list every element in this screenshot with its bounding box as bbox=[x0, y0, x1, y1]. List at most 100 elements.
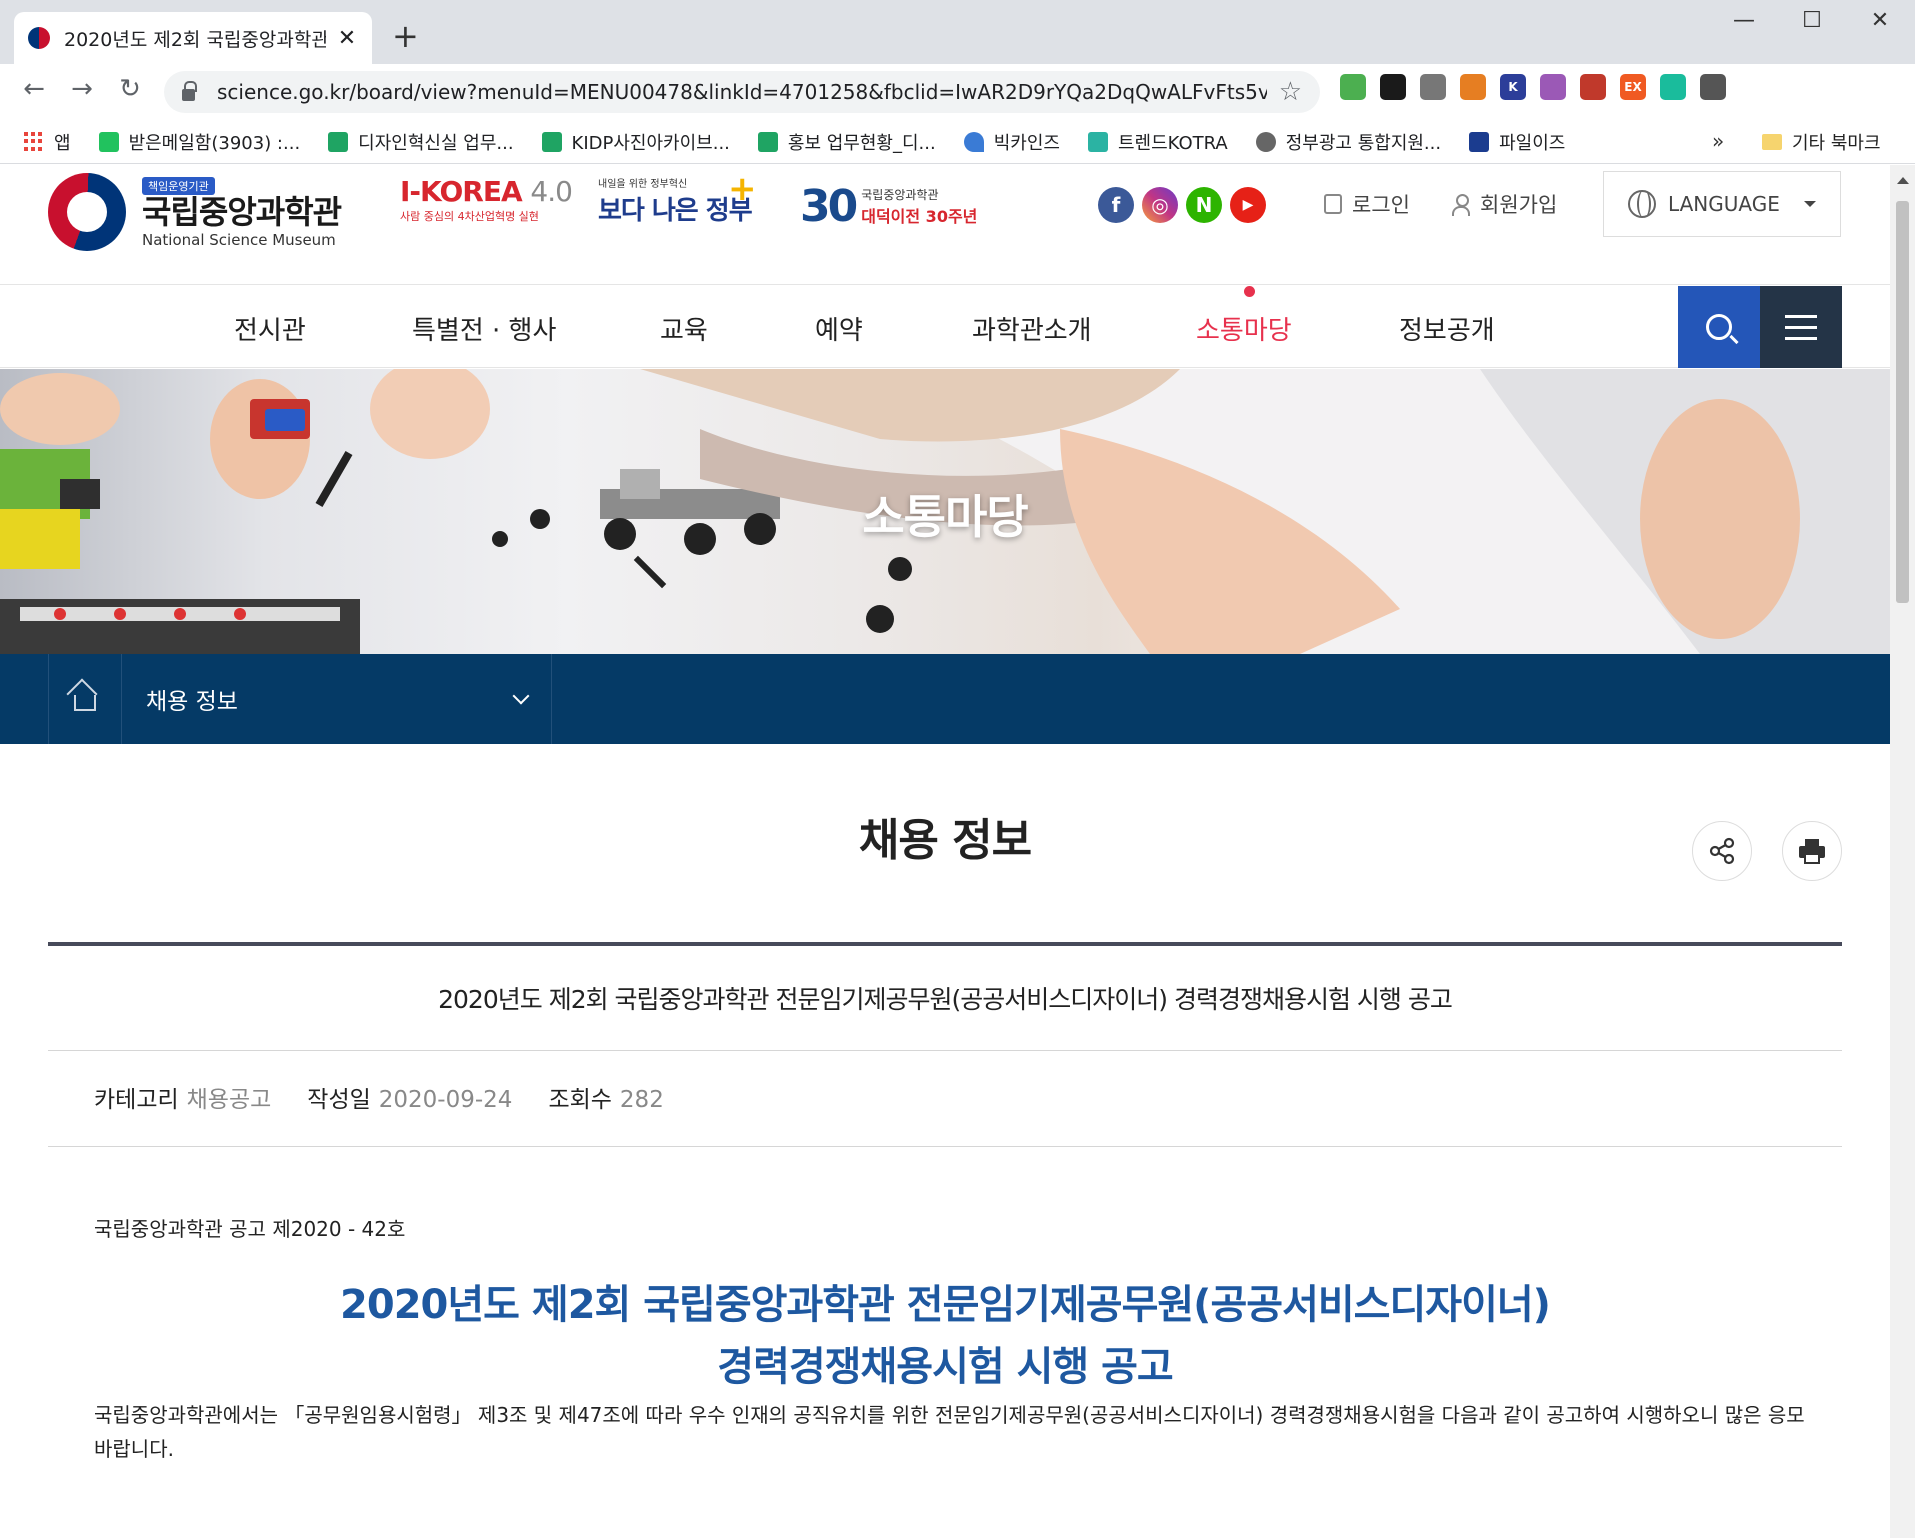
sheets-icon bbox=[541, 131, 562, 152]
divider bbox=[48, 1050, 1842, 1051]
document-title: 2020년도 제2회 국립중앙과학관 전문임기제공무원(공공서비스디자이너) 경… bbox=[340, 1282, 1551, 1390]
nav-reservation[interactable]: 예약 bbox=[815, 310, 863, 347]
extension-icon[interactable] bbox=[1700, 74, 1726, 100]
minimize-icon[interactable]: — bbox=[1724, 8, 1764, 33]
print-button[interactable] bbox=[1782, 821, 1842, 881]
bookmark-trend-kotra[interactable]: 트렌드KOTRA bbox=[1087, 129, 1228, 155]
promo-ikorea-banner[interactable]: I-KOREA 4.0 사람 중심의 4차산업혁명 실현 bbox=[400, 175, 573, 224]
globe-icon bbox=[1628, 190, 1656, 218]
lock-icon bbox=[182, 81, 197, 101]
bookmarks-overflow-icon[interactable]: » bbox=[1712, 129, 1724, 153]
current-submenu: 채용 정보 bbox=[146, 689, 238, 715]
active-indicator-dot bbox=[1244, 286, 1255, 297]
globe-icon bbox=[1255, 131, 1276, 152]
window-close-icon[interactable]: ✕ bbox=[1860, 8, 1900, 33]
sheets-icon bbox=[328, 131, 349, 152]
nav-special-events[interactable]: 특별전 · 행사 bbox=[412, 310, 556, 347]
bookmark-bigkinds[interactable]: 빅카인즈 bbox=[963, 129, 1060, 155]
extension-icons: K EX bbox=[1340, 74, 1726, 100]
extension-icon[interactable] bbox=[1420, 74, 1446, 100]
facebook-icon[interactable]: f bbox=[1098, 187, 1134, 223]
all-menu-button[interactable] bbox=[1760, 286, 1842, 368]
login-link[interactable]: 로그인 bbox=[1324, 189, 1410, 219]
reload-icon[interactable]: ↻ bbox=[112, 74, 148, 104]
bookmark-gov-ad[interactable]: 정부광고 통합지원... bbox=[1255, 129, 1441, 155]
search-button[interactable] bbox=[1678, 286, 1760, 368]
bookmark-star-icon[interactable]: ☆ bbox=[1279, 77, 1302, 107]
print-icon bbox=[1799, 839, 1825, 864]
anniversary-text: 대덕이전 30주년 bbox=[861, 207, 978, 226]
extension-icon[interactable] bbox=[1540, 74, 1566, 100]
anniversary-org: 국립중앙과학관 bbox=[861, 188, 939, 202]
board-top-border bbox=[48, 942, 1842, 946]
extension-icon[interactable] bbox=[1340, 74, 1366, 100]
web-page: 책임운영기관 국립중앙과학관 National Science Museum I… bbox=[0, 165, 1890, 1538]
youtube-icon[interactable]: ▶ bbox=[1230, 187, 1266, 223]
scroll-thumb[interactable] bbox=[1896, 201, 1909, 603]
url-text[interactable]: science.go.kr/board/view?menuId=MENU0047… bbox=[217, 80, 1267, 104]
ikorea-number: 4.0 bbox=[530, 175, 573, 208]
bookmark-apps[interactable]: 앱 bbox=[24, 129, 71, 155]
meta-views: 조회수 282 bbox=[548, 1087, 664, 1113]
bookmarks-bar: 앱 받은메일함(3903) :... 디자인혁신실 업무... KIDP사진아카… bbox=[0, 120, 1915, 164]
extension-icon[interactable] bbox=[1660, 74, 1686, 100]
page-title: 채용 정보 bbox=[858, 815, 1032, 866]
extension-icon[interactable] bbox=[1460, 74, 1486, 100]
nav-about[interactable]: 과학관소개 bbox=[972, 310, 1092, 347]
browser-tab[interactable]: 2020년도 제2회 국립중앙과학관 전문임기제공무원(공공서비스디자이너) 경… bbox=[14, 12, 372, 64]
bookmark-pr-status[interactable]: 홍보 업무현황_디... bbox=[757, 129, 936, 155]
bookmark-mail[interactable]: 받은메일함(3903) :... bbox=[98, 129, 300, 155]
main-navigation: 전시관 특별전 · 행사 교육 예약 과학관소개 소통마당 정보공개 bbox=[0, 286, 1890, 368]
promo-gov-innovation-banner[interactable]: 내일을 위한 정부혁신 보다 나은 정부 + bbox=[598, 169, 757, 227]
ikorea-subtitle: 사람 중심의 4차산업혁명 실현 bbox=[400, 210, 539, 223]
bookmark-kidp-archive[interactable]: KIDP사진아카이브... bbox=[541, 129, 730, 155]
home-button[interactable] bbox=[48, 654, 122, 744]
notice-number: 국립중앙과학관 공고 제2020 - 42호 bbox=[94, 1217, 406, 1241]
document-body: 국립중앙과학관에서는 「공무원임용시험령」 제3조 및 제47조에 따라 우수 … bbox=[94, 1403, 1805, 1461]
tab-close-icon[interactable]: ✕ bbox=[336, 26, 358, 51]
logo-english-name: National Science Museum bbox=[142, 230, 336, 249]
scroll-up-arrow-icon[interactable] bbox=[1897, 177, 1909, 184]
forward-arrow-icon[interactable]: → bbox=[64, 74, 100, 104]
promo-30th-anniversary-banner[interactable]: 30 국립중앙과학관 대덕이전 30주년 bbox=[800, 181, 977, 232]
nav-info-disclosure[interactable]: 정보공개 bbox=[1399, 310, 1495, 347]
bookmark-design-work[interactable]: 디자인혁신실 업무... bbox=[328, 129, 514, 155]
divider bbox=[48, 1146, 1842, 1147]
bookmark-fileis[interactable]: 파일이즈 bbox=[1469, 129, 1565, 155]
apps-grid-icon bbox=[24, 131, 44, 152]
submenu-select[interactable]: 채용 정보 bbox=[122, 654, 552, 744]
other-bookmarks[interactable]: 기타 북마크 bbox=[1762, 129, 1881, 155]
maximize-icon[interactable]: ☐ bbox=[1792, 8, 1832, 33]
mail-icon bbox=[98, 131, 119, 152]
browser-toolbar: ← → ↻ science.go.kr/board/view?menuId=ME… bbox=[0, 64, 1915, 120]
nav-education[interactable]: 교육 bbox=[660, 310, 708, 347]
logo-korean-name: 국립중앙과학관 bbox=[142, 193, 342, 232]
new-tab-icon[interactable]: + bbox=[392, 20, 419, 52]
home-icon bbox=[74, 695, 96, 711]
site-favicon-icon bbox=[28, 27, 50, 49]
signup-link[interactable]: 회원가입 bbox=[1452, 189, 1557, 219]
page-scrollbar[interactable] bbox=[1890, 165, 1915, 1538]
tab-title: 2020년도 제2회 국립중앙과학관 전문임기제공무원(공공서비스디자이너) 경… bbox=[64, 28, 326, 51]
back-arrow-icon[interactable]: ← bbox=[16, 74, 52, 104]
share-button[interactable] bbox=[1692, 821, 1752, 881]
hero-banner: 소통마당 bbox=[0, 369, 1890, 654]
address-bar[interactable]: science.go.kr/board/view?menuId=MENU0047… bbox=[164, 71, 1320, 113]
extension-icon[interactable]: EX bbox=[1620, 74, 1646, 100]
nav-communication[interactable]: 소통마당 bbox=[1196, 310, 1292, 347]
post-title: 2020년도 제2회 국립중앙과학관 전문임기제공무원(공공서비스디자이너) 경… bbox=[438, 985, 1453, 1014]
extension-icon[interactable]: K bbox=[1500, 74, 1526, 100]
hamburger-icon bbox=[1785, 314, 1817, 318]
naver-icon[interactable]: N bbox=[1186, 187, 1222, 223]
search-icon bbox=[1706, 314, 1732, 340]
hero-title: 소통마당 bbox=[862, 490, 1028, 544]
sns-links: f ◎ N ▶ bbox=[1098, 187, 1266, 223]
extension-icon[interactable] bbox=[1580, 74, 1606, 100]
language-select[interactable]: LANGUAGE bbox=[1603, 171, 1841, 237]
instagram-icon[interactable]: ◎ bbox=[1142, 187, 1178, 223]
location-bar: 채용 정보 bbox=[0, 654, 1890, 744]
extension-icon[interactable] bbox=[1380, 74, 1406, 100]
site-logo[interactable]: 책임운영기관 국립중앙과학관 National Science Museum bbox=[48, 173, 342, 251]
trend-kotra-icon bbox=[1087, 131, 1108, 152]
nav-exhibition[interactable]: 전시관 bbox=[234, 310, 306, 347]
